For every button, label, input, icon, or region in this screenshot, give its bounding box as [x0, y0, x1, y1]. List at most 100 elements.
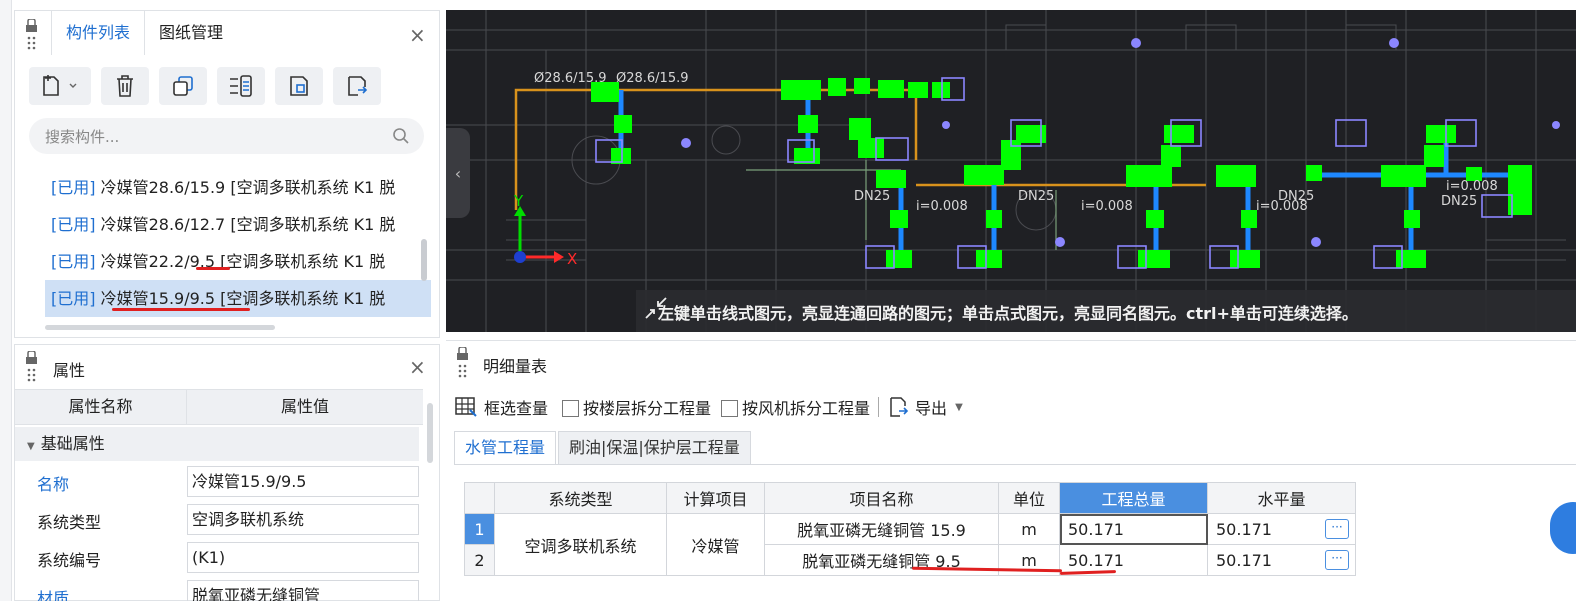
cad-status-hint: 左键单击线式图元，亮显连通回路的图元；单击点式图元，亮显同名图元。ctrl+单击… — [658, 304, 1358, 323]
toolbar-separator — [878, 397, 880, 417]
cad-drawing: Ø28.6/15.9 Ø28.6/15.9 DN25 DN25 DN25 DN2… — [446, 10, 1576, 332]
more-options-button[interactable]: ··· — [1325, 550, 1349, 570]
cad-drawing-canvas[interactable]: Ø28.6/15.9 Ø28.6/15.9 DN25 DN25 DN25 DN2… — [446, 10, 1576, 332]
pin-grip-icon[interactable] — [25, 350, 39, 385]
slope-label: i=0.008 — [1081, 199, 1133, 214]
grid-select-icon — [455, 397, 477, 417]
slope-label: i=0.008 — [1256, 199, 1308, 214]
axis-x-label: X — [567, 250, 577, 268]
checkbox-icon — [562, 400, 580, 417]
col-system-type[interactable]: 系统类型 — [494, 482, 667, 514]
new-component-button[interactable] — [29, 67, 91, 105]
split-by-floor-checkbox[interactable]: 按楼层拆分工程量 — [562, 395, 711, 419]
import-icon — [290, 76, 308, 96]
tab-drawing-management[interactable]: 图纸管理 — [145, 11, 237, 55]
pipe-label: DN25 — [854, 189, 890, 204]
split-by-fan-checkbox[interactable]: 按风机拆分工程量 — [721, 395, 870, 419]
detail-toolbar: 框选查量 按楼层拆分工程量 按风机拆分工程量 导出 ▼ — [454, 393, 963, 421]
item-name-cell: 脱氧亚磷无缝铜管 9.5 — [764, 544, 999, 576]
properties-scrollbar[interactable] — [427, 403, 433, 463]
layer-copy-button[interactable] — [217, 67, 265, 105]
col-calc-item[interactable]: 计算项目 — [666, 482, 765, 514]
property-row: 系统类型 空调多联机系统 — [15, 501, 423, 539]
export-icon — [890, 397, 909, 417]
select-query-button[interactable]: 框选查量 — [454, 395, 548, 419]
table-header-row: 系统类型 计算项目 项目名称 单位 工程总量 水平量 — [464, 482, 1356, 514]
properties-title: 属性 — [53, 361, 86, 380]
properties-header: 属性名称 属性值 — [15, 389, 423, 425]
search-placeholder: 搜索构件... — [45, 128, 120, 146]
axis-y-label: Y — [513, 192, 524, 210]
collapse-triangle-icon[interactable]: ▼ — [27, 441, 35, 452]
close-icon[interactable]: × — [409, 357, 426, 377]
ucs-axis-icon: Y X — [513, 192, 577, 268]
layer-copy-icon — [230, 75, 252, 97]
property-value[interactable]: (K1) — [187, 542, 419, 573]
col-horizontal-quantity[interactable]: 水平量 — [1207, 482, 1356, 514]
annotation-underline — [196, 267, 230, 270]
corner-cell — [464, 482, 495, 514]
list-scrollbar[interactable] — [421, 239, 427, 281]
chevron-left-icon: ‹ — [454, 163, 462, 183]
delete-button[interactable] — [101, 67, 149, 105]
horizontal-quantity-cell[interactable]: 50.171 ··· — [1207, 544, 1356, 576]
component-list: [已用] 冷媒管28.6/15.9 [空调多联机系统 K1 脱 [已用] 冷媒管… — [45, 169, 431, 317]
unit-cell: m — [998, 513, 1060, 545]
col-item-name[interactable]: 项目名称 — [764, 482, 999, 514]
table-row[interactable]: 1 空调多联机系统 冷媒管 脱氧亚磷无缝铜管 15.9 m 50.171 50.… — [464, 513, 1356, 576]
left-edge-strip — [0, 0, 12, 601]
component-toolbar — [29, 67, 381, 105]
delete-icon — [117, 75, 133, 97]
pipe-label: DN25 — [1441, 194, 1477, 209]
list-item[interactable]: [已用] 冷媒管22.2/9.5 [空调多联机系统 K1 脱 — [45, 243, 431, 280]
list-item[interactable]: [已用] 冷媒管28.6/12.7 [空调多联机系统 K1 脱 — [45, 206, 431, 243]
system-type-cell: 空调多联机系统 — [494, 513, 667, 576]
search-icon[interactable] — [392, 127, 410, 145]
component-list-panel: 构件列表 图纸管理 × 搜索构件... [已用] 冷媒管28.6/15.9 [空… — [14, 10, 440, 338]
pipe-label: Ø28.6/15.9 — [616, 71, 689, 86]
property-row: 材质 脱氧亚磷无缝铜管 — [15, 577, 423, 601]
new-component-icon — [43, 75, 77, 96]
total-quantity-cell[interactable]: 50.171 — [1059, 513, 1208, 545]
list-item[interactable]: [已用] 冷媒管28.6/15.9 [空调多联机系统 K1 脱 — [45, 169, 431, 206]
export-button[interactable] — [333, 67, 381, 105]
horizontal-quantity-cell[interactable]: 50.171 ··· — [1207, 513, 1356, 545]
property-row: 名称 冷媒管15.9/9.5 — [15, 463, 423, 501]
row-number[interactable]: 1 — [464, 513, 495, 545]
row-number[interactable]: 2 — [464, 544, 495, 576]
property-value[interactable]: 冷媒管15.9/9.5 — [187, 466, 419, 497]
component-search-input[interactable]: 搜索构件... — [29, 118, 424, 154]
pin-grip-icon[interactable] — [25, 18, 39, 53]
pin-grip-icon[interactable] — [456, 346, 470, 381]
component-tabs: 构件列表 图纸管理 — [51, 11, 237, 55]
property-group-basic[interactable]: ▼ 基础属性 — [15, 427, 419, 461]
tab-coating-insulation-quantity[interactable]: 刷油|保温|保护层工程量 — [558, 431, 751, 465]
collapse-panel-button[interactable]: ‹ — [446, 128, 470, 218]
export-icon — [348, 76, 368, 96]
col-property-name: 属性名称 — [15, 390, 187, 424]
slope-label: i=0.008 — [1446, 179, 1498, 194]
list-item-selected[interactable]: [已用] 冷媒管15.9/9.5 [空调多联机系统 K1 脱 — [45, 280, 431, 317]
quantity-table: 系统类型 计算项目 项目名称 单位 工程总量 水平量 1 空调多联机系统 冷媒管… — [464, 482, 1356, 576]
checkbox-icon — [721, 400, 739, 417]
calc-item-cell: 冷媒管 — [666, 513, 765, 576]
property-row: 系统编号 (K1) — [15, 539, 423, 577]
properties-panel: 属性 × 属性名称 属性值 ▼ 基础属性 名称 冷媒管15.9/9.5 系统类型 … — [14, 344, 440, 601]
list-horizontal-scrollbar[interactable] — [45, 325, 275, 330]
slope-label: i=0.008 — [916, 199, 968, 214]
col-unit[interactable]: 单位 — [998, 482, 1060, 514]
more-options-button[interactable]: ··· — [1325, 519, 1349, 539]
close-icon[interactable]: × — [409, 25, 426, 45]
detail-tabs: 水管工程量 刷油|保温|保护层工程量 — [454, 431, 753, 465]
detail-quantity-panel: 明细量表 框选查量 按楼层拆分工程量 按风机拆分工程量 导出 ▼ 水管工程量 刷… — [446, 340, 1576, 601]
detail-title: 明细量表 — [483, 357, 548, 376]
pipe-label: Ø28.6/15.9 — [534, 71, 607, 86]
copy-button[interactable] — [159, 67, 207, 105]
export-dropdown-button[interactable]: 导出 ▼ — [887, 395, 963, 419]
col-total-quantity[interactable]: 工程总量 — [1059, 482, 1208, 514]
property-value[interactable]: 脱氧亚磷无缝铜管 — [187, 580, 419, 601]
tab-component-list[interactable]: 构件列表 — [51, 11, 146, 55]
import-button[interactable] — [275, 67, 323, 105]
property-value[interactable]: 空调多联机系统 — [187, 504, 419, 535]
tab-water-pipe-quantity[interactable]: 水管工程量 — [454, 431, 557, 465]
